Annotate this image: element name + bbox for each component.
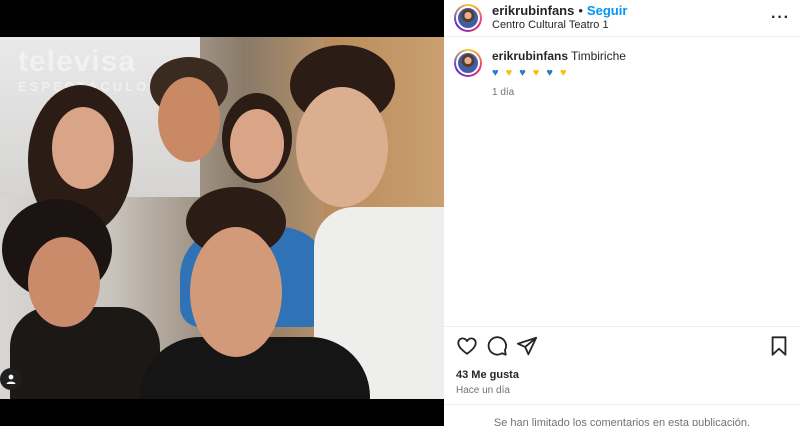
yellow-heart-icon: ♥ [505, 67, 515, 79]
comments-area: erikrubinfans Timbiriche ♥ ♥ ♥ ♥ ♥ ♥ 1 dí… [444, 37, 800, 110]
heart-icon[interactable] [456, 335, 478, 357]
person-face [28, 237, 100, 327]
more-options-button[interactable]: ··· [771, 9, 790, 27]
blue-heart-icon: ♥ [546, 67, 555, 79]
post-actions: 43 Me gusta Hace un día [444, 326, 800, 396]
caption: erikrubinfans Timbiriche ♥ ♥ ♥ ♥ ♥ ♥ 1 dí… [454, 49, 790, 98]
yellow-heart-icon: ♥ [532, 67, 542, 79]
post-media: televisa ESPECTÁCULOS [0, 0, 444, 426]
caption-username[interactable]: erikrubinfans [492, 49, 568, 63]
follow-button[interactable]: Seguir [587, 3, 627, 18]
blue-heart-icon: ♥ [492, 67, 501, 79]
separator-dot: • [578, 3, 583, 18]
caption-text: Timbiriche [571, 49, 626, 63]
header-text: erikrubinfans • Seguir Centro Cultural Tea… [492, 3, 627, 33]
post-side-panel: erikrubinfans • Seguir Centro Cultural Tea… [444, 0, 800, 426]
bookmark-icon[interactable] [768, 335, 790, 357]
caption-line: erikrubinfans Timbiriche [492, 49, 626, 64]
person-dress [10, 307, 160, 399]
post-timestamp[interactable]: Hace un día [456, 385, 790, 396]
tagged-users-button[interactable] [0, 368, 22, 390]
person-face [296, 87, 388, 207]
yellow-heart-icon: ♥ [559, 67, 569, 79]
likes-count[interactable]: 43 Me gusta [456, 369, 790, 381]
person-face [52, 107, 114, 189]
user-icon [6, 374, 16, 384]
avatar[interactable] [454, 49, 482, 77]
username-link[interactable]: erikrubinfans [492, 3, 574, 18]
caption-body: erikrubinfans Timbiriche ♥ ♥ ♥ ♥ ♥ ♥ 1 dí… [492, 49, 626, 98]
watermark-text: televisa [18, 45, 137, 78]
avatar-image [456, 6, 480, 30]
caption-emoji: ♥ ♥ ♥ ♥ ♥ ♥ [492, 67, 626, 79]
person-face [158, 77, 220, 162]
post-photo[interactable]: televisa ESPECTÁCULOS [0, 37, 444, 399]
comments-limited-notice: Se han limitado los comentarios en esta … [444, 404, 800, 426]
blue-heart-icon: ♥ [519, 67, 528, 79]
caption-timestamp[interactable]: 1 día [492, 87, 626, 98]
comment-icon[interactable] [486, 335, 508, 357]
post-header: erikrubinfans • Seguir Centro Cultural Tea… [444, 0, 800, 37]
location-link[interactable]: Centro Cultural Teatro 1 [492, 18, 627, 33]
avatar[interactable] [454, 4, 482, 32]
person-face [190, 227, 282, 357]
action-icons [456, 335, 790, 357]
avatar-image [456, 51, 480, 75]
person-face [230, 109, 284, 179]
share-icon[interactable] [516, 335, 538, 357]
